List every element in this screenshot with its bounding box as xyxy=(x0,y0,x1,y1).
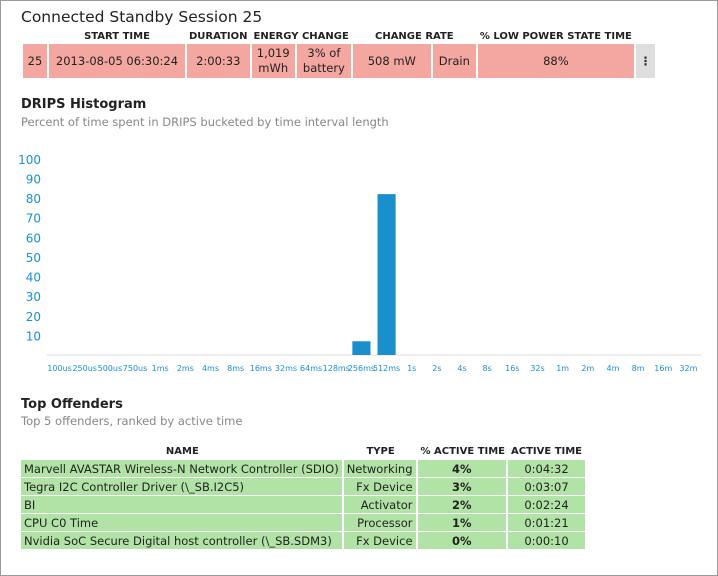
x-tick-label: 16m xyxy=(654,364,672,373)
session-low-power-pct: 88% xyxy=(477,44,634,78)
x-tick-label: 16ms xyxy=(250,364,272,373)
x-tick-label: 8m xyxy=(632,364,645,373)
session-title: Connected Standby Session 25 xyxy=(21,8,263,26)
col-header-low-power-state-time: % LOW POWER STATE TIME xyxy=(479,31,632,42)
histogram-subtitle: Percent of time spent in DRIPS bucketed … xyxy=(21,115,389,129)
offender-name: Tegra I2C Controller Driver (\_SB.I2C5) xyxy=(21,478,344,495)
offender-type: Fx Device xyxy=(343,532,418,549)
x-tick-label: 100us xyxy=(47,364,72,373)
x-tick-label: 128ms xyxy=(323,364,350,373)
y-tick-label: 40 xyxy=(26,271,41,285)
col-header-id xyxy=(23,30,47,44)
x-tick-label: 2s xyxy=(432,364,441,373)
x-tick-label: 500us xyxy=(98,364,123,373)
table-row[interactable]: Tegra I2C Controller Driver (\_SB.I2C5) … xyxy=(21,478,586,495)
y-tick-label: 20 xyxy=(26,310,41,324)
x-tick-label: 1m xyxy=(556,364,569,373)
x-tick-label: 64ms xyxy=(300,364,322,373)
histogram-title: DRIPS Histogram xyxy=(21,97,147,112)
col-header-active-time: ACTIVE TIME xyxy=(511,446,583,457)
x-tick-label: 4s xyxy=(457,364,466,373)
x-tick-label: 250us xyxy=(72,364,97,373)
histogram-bar xyxy=(352,341,371,355)
x-tick-label: 32ms xyxy=(275,364,297,373)
x-tick-label: 2ms xyxy=(177,364,194,373)
offender-pct-active: 4% xyxy=(417,460,509,477)
y-tick-label: 80 xyxy=(26,192,41,206)
x-tick-label: 256ms xyxy=(348,364,375,373)
offender-active-time: 0:02:24 xyxy=(508,496,586,513)
table-row[interactable]: Marvell AVASTAR Wireless-N Network Contr… xyxy=(21,460,586,477)
table-row[interactable]: CPU C0 Time Processor 1% 0:01:21 xyxy=(21,514,586,531)
top-offenders-table: NAME TYPE % ACTIVE TIME ACTIVE TIME Marv… xyxy=(21,445,586,550)
offender-type: Activator xyxy=(343,496,418,513)
col-header-menu xyxy=(636,30,656,44)
offender-type: Networking xyxy=(343,460,418,477)
y-tick-label: 30 xyxy=(26,290,41,304)
x-tick-label: 16s xyxy=(505,364,519,373)
drips-histogram-chart: 10 20 30 40 50 60 70 80 90 100 100us 250us 500us 750u… xyxy=(18,153,701,373)
session-duration: 2:00:33 xyxy=(187,44,250,78)
x-tick-label: 1ms xyxy=(152,364,169,373)
col-header-start-time: START TIME xyxy=(84,31,150,42)
col-header-pct-active-time: % ACTIVE TIME xyxy=(420,446,506,457)
offenders-subtitle: Top 5 offenders, ranked by active time xyxy=(21,414,243,428)
col-header-name: NAME xyxy=(165,446,199,457)
y-tick-label: 90 xyxy=(26,172,41,186)
offender-pct-active: 2% xyxy=(417,496,509,513)
col-header-type: TYPE xyxy=(366,446,395,457)
col-header-change-rate: CHANGE RATE xyxy=(374,31,454,42)
offenders-title: Top Offenders xyxy=(21,397,123,412)
offender-pct-active: 0% xyxy=(417,532,509,549)
table-row[interactable]: Nvidia SoC Secure Digital host controlle… xyxy=(21,532,586,549)
offender-active-time: 0:01:21 xyxy=(508,514,586,531)
offender-pct-active: 1% xyxy=(417,514,509,531)
histogram-bar xyxy=(377,194,396,355)
offender-name: Nvidia SoC Secure Digital host controlle… xyxy=(21,532,344,549)
x-tick-label: 4m xyxy=(607,364,620,373)
y-tick-label: 50 xyxy=(26,251,41,265)
x-tick-label: 32m xyxy=(679,364,697,373)
x-tick-label: 2m xyxy=(581,364,594,373)
offenders-header-row: NAME TYPE % ACTIVE TIME ACTIVE TIME xyxy=(21,446,585,459)
offender-type: Processor xyxy=(343,514,418,531)
x-tick-label: 512ms xyxy=(373,364,400,373)
session-change-rate: 508 mW xyxy=(352,44,431,78)
x-tick-label: 750us xyxy=(123,364,148,373)
x-tick-label: 1s xyxy=(407,364,416,373)
x-tick-label: 4ms xyxy=(202,364,219,373)
offender-name: BI xyxy=(21,496,344,513)
session-energy: 1,019 mWh xyxy=(251,44,295,78)
session-summary-table: START TIME DURATION ENERGY CHANGE CHANGE… xyxy=(21,30,657,78)
offender-active-time: 0:04:32 xyxy=(508,460,586,477)
y-tick-label: 10 xyxy=(26,329,41,343)
col-header-duration: DURATION xyxy=(189,31,248,42)
session-direction: Drain xyxy=(432,44,476,78)
offender-pct-active: 3% xyxy=(417,478,509,495)
more-options-icon[interactable]: ⋮ xyxy=(635,44,656,78)
offender-active-time: 0:00:10 xyxy=(508,532,586,549)
col-header-energy-change: ENERGY CHANGE xyxy=(253,31,349,42)
offender-name: CPU C0 Time xyxy=(21,514,344,531)
session-battery-change: 3% of battery xyxy=(296,44,351,78)
offender-name: Marvell AVASTAR Wireless-N Network Contr… xyxy=(21,460,344,477)
x-tick-label: 8s xyxy=(483,364,492,373)
offender-type: Fx Device xyxy=(343,478,418,495)
offender-active-time: 0:03:07 xyxy=(508,478,586,495)
session-id: 25 xyxy=(23,44,47,78)
y-tick-label: 100 xyxy=(18,153,41,167)
table-row[interactable]: BI Activator 2% 0:02:24 xyxy=(21,496,586,513)
x-tick-label: 8ms xyxy=(227,364,244,373)
session-header-row: START TIME DURATION ENERGY CHANGE CHANGE… xyxy=(23,30,655,44)
session-start-time: 2013-08-05 06:30:24 xyxy=(49,44,185,78)
session-row[interactable]: 25 2013-08-05 06:30:24 2:00:33 1,019 mWh… xyxy=(23,44,656,78)
x-tick-label: 32s xyxy=(530,364,544,373)
y-tick-label: 70 xyxy=(26,212,41,226)
y-tick-label: 60 xyxy=(26,231,41,245)
